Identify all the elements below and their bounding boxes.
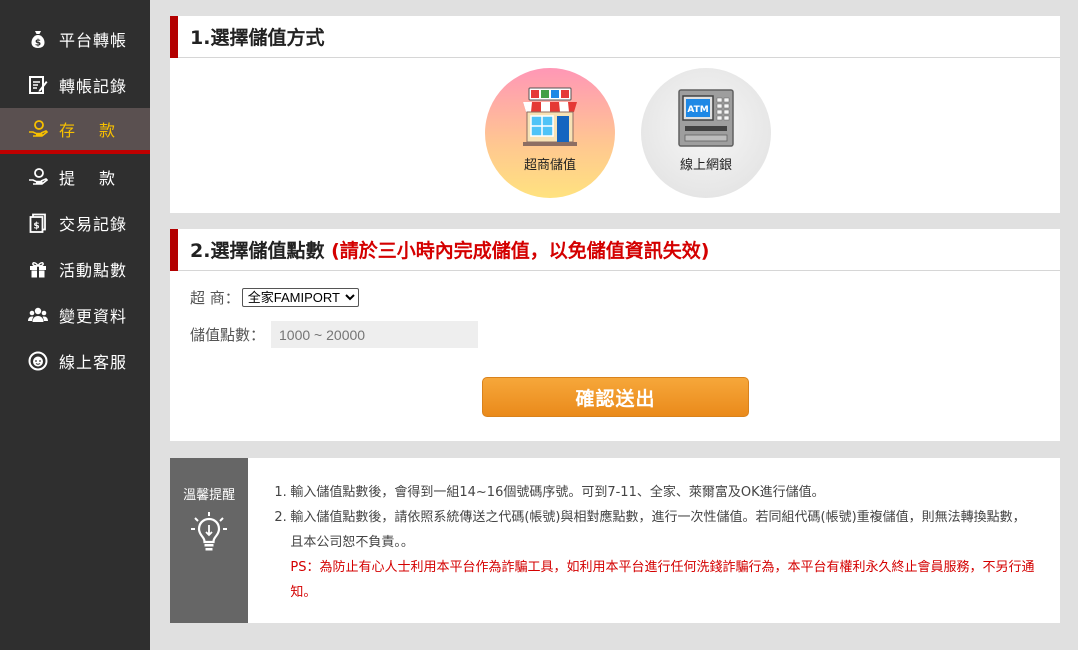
sidebar-item-label: 提款 xyxy=(59,169,140,188)
hand-coin-icon xyxy=(28,119,48,139)
method-label: 超商儲值 xyxy=(523,158,576,173)
lightbulb-icon xyxy=(191,512,228,551)
list-number: 2. xyxy=(274,510,287,525)
gift-icon xyxy=(28,259,48,279)
section-title-text: 2.選擇儲值點數 xyxy=(190,240,325,262)
deposit-amount-panel: 2.選擇儲值點數 (請於三小時內完成儲值，以免儲值資訊失效) 超 商： 全家FA… xyxy=(170,229,1060,441)
tip-text: 輸入儲值點數後，請依照系統傳送之代碼(帳號)與相對應點數，進行一次性儲值。若同組… xyxy=(290,510,1026,550)
deposit-method-panel: 1.選擇儲值方式 超商儲值 ATM 線上網銀 xyxy=(170,16,1060,213)
section-title: 2.選擇儲值點數 (請於三小時內完成儲值，以免儲值資訊失效) xyxy=(190,236,709,263)
panel-header: 2.選擇儲值點數 (請於三小時內完成儲值，以免儲值資訊失效) xyxy=(170,229,1060,271)
hand-coin-icon xyxy=(28,167,48,187)
store-row: 超 商： 全家FAMIPORT xyxy=(190,287,359,308)
tips-list: 1. 輸入儲值點數後，會得到一組14~16個號碼序號。可到7-11、全家、萊爾富及… xyxy=(274,480,1036,555)
store-label: 超 商： xyxy=(190,289,240,307)
tips-content: 1. 輸入儲值點數後，會得到一組14~16個號碼序號。可到7-11、全家、萊爾富及… xyxy=(248,458,1060,623)
sidebar-item-withdraw[interactable]: 提款 xyxy=(0,154,150,200)
receipt-icon: $ xyxy=(28,213,48,233)
list-number: 1. xyxy=(274,485,287,500)
section-title: 1.選擇儲值方式 xyxy=(190,27,325,49)
panel-header: 1.選擇儲值方式 xyxy=(170,16,1060,58)
expiry-warning: (請於三小時內完成儲值，以免儲值資訊失效) xyxy=(331,240,710,262)
method-label: 線上網銀 xyxy=(679,158,732,173)
sidebar-item-label: 存款 xyxy=(59,121,140,140)
sidebar-item-change-info[interactable]: 變更資料 xyxy=(0,292,150,338)
money-bag-icon: $ xyxy=(28,29,48,49)
tips-title: 溫馨提醒 xyxy=(183,488,236,503)
edit-note-icon xyxy=(28,75,48,95)
sidebar-item-platform-transfer[interactable]: $ 平台轉帳 xyxy=(0,16,150,62)
convenience-store-option[interactable]: 超商儲值 xyxy=(485,68,615,198)
tips-sidebar: 溫馨提醒 xyxy=(170,458,249,623)
sidebar-item-transaction-records[interactable]: $ 交易記錄 xyxy=(0,200,150,246)
ps-notice: PS：為防止有心人士利用本平台作為詐騙工具，如利用本平台進行任何洗錢詐騙行為，本… xyxy=(290,560,1035,600)
convenience-store-icon xyxy=(523,87,577,146)
method-options: 超商儲值 ATM 線上網銀 xyxy=(196,68,1060,198)
sidebar-item-label: 線上客服 xyxy=(59,353,128,372)
svg-text:$: $ xyxy=(33,222,39,232)
sidebar-item-label: 平台轉帳 xyxy=(59,31,128,50)
list-item: 2. 輸入儲值點數後，請依照系統傳送之代碼(帳號)與相對應點數，進行一次性儲值。若… xyxy=(274,505,1036,555)
svg-text:$: $ xyxy=(35,39,41,49)
list-item: 1. 輸入儲值點數後，會得到一組14~16個號碼序號。可到7-11、全家、萊爾富及… xyxy=(274,480,1036,505)
sidebar-item-activity-points[interactable]: 活動點數 xyxy=(0,246,150,292)
tip-text: 輸入儲值點數後，會得到一組14~16個號碼序號。可到7-11、全家、萊爾富及OK… xyxy=(290,485,825,500)
sidebar-item-label: 活動點數 xyxy=(59,261,128,280)
svg-text:ATM: ATM xyxy=(687,105,708,115)
tips-panel: 溫馨提醒 1. 輸入儲值點數後，會得到一組14~16個號碼序號。可到7-11、全家… xyxy=(170,458,1060,623)
sidebar-item-customer-service[interactable]: 線上客服 xyxy=(0,338,150,384)
sidebar-item-label: 變更資料 xyxy=(59,307,128,326)
sidebar-item-deposit[interactable]: 存款 xyxy=(0,108,150,154)
sidebar-item-transfer-records[interactable]: 轉帳記錄 xyxy=(0,62,150,108)
sidebar-item-label: 交易記錄 xyxy=(59,215,128,234)
support-icon xyxy=(28,351,48,371)
users-icon xyxy=(28,305,48,325)
store-select[interactable]: 全家FAMIPORT xyxy=(241,288,359,307)
amount-row: 儲值點數： xyxy=(190,321,479,348)
online-banking-option[interactable]: ATM 線上網銀 xyxy=(641,68,771,198)
sidebar: $ 平台轉帳 轉帳記錄 存款 提款 $ 交易記錄 活動點數 變更資料 線上客服 xyxy=(0,0,150,650)
submit-button[interactable]: 確認送出 xyxy=(482,377,749,417)
atm-icon: ATM xyxy=(678,89,734,147)
amount-input[interactable] xyxy=(271,321,479,348)
sidebar-item-label: 轉帳記錄 xyxy=(59,77,128,96)
amount-label: 儲值點數： xyxy=(190,326,266,344)
